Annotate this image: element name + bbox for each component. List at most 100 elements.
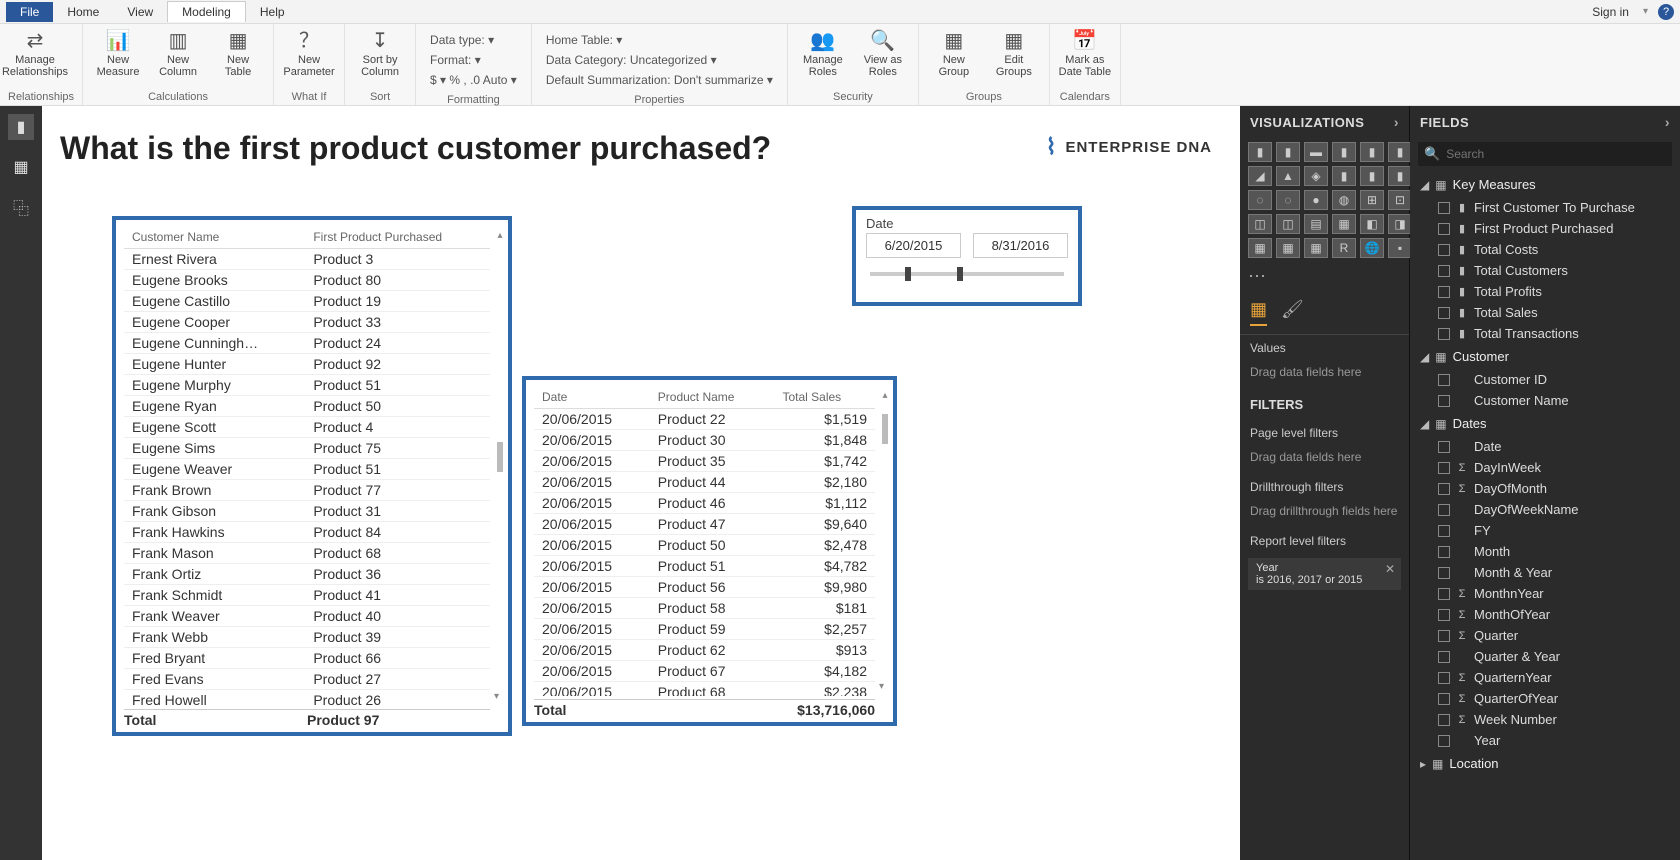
- table-header[interactable]: Date: [534, 386, 650, 409]
- field-year[interactable]: Year: [1410, 730, 1680, 751]
- field-checkbox[interactable]: [1438, 630, 1450, 642]
- fields-search-input[interactable]: [1446, 147, 1666, 161]
- field-first-customer-to-purchase[interactable]: ▮First Customer To Purchase: [1410, 197, 1680, 218]
- viz-type-icon[interactable]: ◫: [1276, 214, 1300, 234]
- report-view-icon[interactable]: ▮: [8, 114, 34, 140]
- viz-type-icon[interactable]: ◧: [1360, 214, 1384, 234]
- table-row[interactable]: Frank MasonProduct 68: [124, 543, 490, 564]
- viz-type-icon[interactable]: ⊞: [1360, 190, 1384, 210]
- table-row[interactable]: Fred EvansProduct 27: [124, 669, 490, 690]
- format-tab-icon[interactable]: 🖌: [1281, 299, 1304, 326]
- field-dayofweekname[interactable]: DayOfWeekName: [1410, 499, 1680, 520]
- viz-type-icon[interactable]: ▦: [1304, 238, 1328, 258]
- viz-type-icon[interactable]: ▮: [1360, 142, 1384, 162]
- table-row[interactable]: 20/06/2015Product 62$913: [534, 640, 875, 661]
- table-row[interactable]: 20/06/2015Product 47$9,640: [534, 514, 875, 535]
- field-fy[interactable]: FY: [1410, 520, 1680, 541]
- ribbon-btn-new-parameter[interactable]: ？NewParameter: [282, 28, 336, 78]
- field-checkbox[interactable]: [1438, 672, 1450, 684]
- table-row[interactable]: Eugene WeaverProduct 51: [124, 459, 490, 480]
- table-row[interactable]: 20/06/2015Product 35$1,742: [534, 451, 875, 472]
- fields-table-customer[interactable]: ◢▦Customer: [1410, 344, 1680, 369]
- ribbon-btn-new-table[interactable]: ▦NewTable: [211, 28, 265, 78]
- slicer-from[interactable]: 6/20/2015: [866, 233, 961, 258]
- viz-type-icon[interactable]: R: [1332, 238, 1356, 258]
- viz-type-icon[interactable]: ▮: [1332, 142, 1356, 162]
- viz-type-icon[interactable]: ◌: [1276, 190, 1300, 210]
- ribbon-property[interactable]: $ ▾ % , .0 Auto ▾: [430, 70, 517, 90]
- fields-search[interactable]: 🔍: [1418, 142, 1672, 166]
- viz-type-icon[interactable]: ▲: [1276, 166, 1300, 186]
- viz-type-icon[interactable]: ▪: [1388, 238, 1412, 258]
- table-row[interactable]: Ernest RiveraProduct 3: [124, 249, 490, 270]
- field-quarter-year[interactable]: Quarter & Year: [1410, 646, 1680, 667]
- field-total-customers[interactable]: ▮Total Customers: [1410, 260, 1680, 281]
- viz-type-icon[interactable]: ◈: [1304, 166, 1328, 186]
- field-dayofmonth[interactable]: ΣDayOfMonth: [1410, 478, 1680, 499]
- table-row[interactable]: Frank HawkinsProduct 84: [124, 522, 490, 543]
- field-checkbox[interactable]: [1438, 735, 1450, 747]
- slicer-handle-left[interactable]: [905, 267, 911, 281]
- table-row[interactable]: Eugene CooperProduct 33: [124, 312, 490, 333]
- viz-type-icon[interactable]: ▦: [1332, 214, 1356, 234]
- fields-table-dates[interactable]: ◢▦Dates: [1410, 411, 1680, 436]
- scrollbar[interactable]: ▴ ▾: [879, 390, 891, 692]
- field-checkbox[interactable]: [1438, 328, 1450, 340]
- ribbon-property[interactable]: Data Category: Uncategorized ▾: [546, 50, 773, 70]
- table-row[interactable]: Frank WeaverProduct 40: [124, 606, 490, 627]
- menu-tab-view[interactable]: View: [113, 2, 167, 22]
- field-dayinweek[interactable]: ΣDayInWeek: [1410, 457, 1680, 478]
- viz-type-icon[interactable]: ▦: [1248, 238, 1272, 258]
- table-row[interactable]: Eugene RyanProduct 50: [124, 396, 490, 417]
- slicer-track[interactable]: [870, 272, 1064, 276]
- table-row[interactable]: 20/06/2015Product 50$2,478: [534, 535, 875, 556]
- table-row[interactable]: 20/06/2015Product 59$2,257: [534, 619, 875, 640]
- table-row[interactable]: Frank SchmidtProduct 41: [124, 585, 490, 606]
- field-checkbox[interactable]: [1438, 651, 1450, 663]
- date-product-sales-table[interactable]: DateProduct NameTotal Sales 20/06/2015Pro…: [522, 376, 897, 726]
- viz-type-icon[interactable]: ●: [1304, 190, 1328, 210]
- field-checkbox[interactable]: [1438, 567, 1450, 579]
- menu-tab-help[interactable]: Help: [246, 2, 299, 22]
- year-filter-chip[interactable]: Year is 2016, 2017 or 2015 ✕: [1248, 558, 1401, 590]
- table-row[interactable]: Eugene ScottProduct 4: [124, 417, 490, 438]
- ribbon-btn-view-as-roles[interactable]: 🔍View asRoles: [856, 28, 910, 78]
- table-row[interactable]: Eugene BrooksProduct 80: [124, 270, 490, 291]
- table-header[interactable]: First Product Purchased: [305, 226, 490, 249]
- viz-more-icon[interactable]: ⋯: [1240, 262, 1409, 291]
- values-well-hint[interactable]: Drag data fields here: [1240, 361, 1409, 389]
- table-row[interactable]: 20/06/2015Product 67$4,182: [534, 661, 875, 682]
- field-monthofyear[interactable]: ΣMonthOfYear: [1410, 604, 1680, 625]
- ribbon-property[interactable]: Home Table: ▾: [546, 30, 773, 50]
- ribbon-btn-new-measure[interactable]: 📊NewMeasure: [91, 28, 145, 78]
- field-customer-id[interactable]: Customer ID: [1410, 369, 1680, 390]
- ribbon-btn-mark-as-date-table[interactable]: 📅Mark asDate Table: [1058, 28, 1112, 78]
- slicer-handle-right[interactable]: [957, 267, 963, 281]
- field-checkbox[interactable]: [1438, 441, 1450, 453]
- table-row[interactable]: 20/06/2015Product 44$2,180: [534, 472, 875, 493]
- ribbon-btn-edit-groups[interactable]: ▦EditGroups: [987, 28, 1041, 78]
- field-checkbox[interactable]: [1438, 525, 1450, 537]
- field-month-year[interactable]: Month & Year: [1410, 562, 1680, 583]
- field-total-transactions[interactable]: ▮Total Transactions: [1410, 323, 1680, 344]
- table-header[interactable]: Product Name: [650, 386, 775, 409]
- table-row[interactable]: Eugene CastilloProduct 19: [124, 291, 490, 312]
- table-row[interactable]: Eugene HunterProduct 92: [124, 354, 490, 375]
- table-row[interactable]: Frank WebbProduct 39: [124, 627, 490, 648]
- viz-type-icon[interactable]: ▮: [1388, 166, 1412, 186]
- field-checkbox[interactable]: [1438, 693, 1450, 705]
- close-icon[interactable]: ✕: [1385, 562, 1395, 576]
- viz-type-icon[interactable]: ▮: [1360, 166, 1384, 186]
- viz-type-icon[interactable]: ▮: [1248, 142, 1272, 162]
- field-month[interactable]: Month: [1410, 541, 1680, 562]
- table-row[interactable]: Frank BrownProduct 77: [124, 480, 490, 501]
- table-header[interactable]: Total Sales: [774, 386, 875, 409]
- customer-first-product-table[interactable]: Customer NameFirst Product PurchasedErne…: [112, 216, 512, 736]
- viz-type-icon[interactable]: ▮: [1388, 142, 1412, 162]
- field-checkbox[interactable]: [1438, 374, 1450, 386]
- ribbon-property[interactable]: Default Summarization: Don't summarize ▾: [546, 70, 773, 90]
- field-customer-name[interactable]: Customer Name: [1410, 390, 1680, 411]
- field-quarterofyear[interactable]: ΣQuarterOfYear: [1410, 688, 1680, 709]
- menu-tab-file[interactable]: File: [6, 2, 53, 22]
- page-filters-hint[interactable]: Drag data fields here: [1240, 446, 1409, 474]
